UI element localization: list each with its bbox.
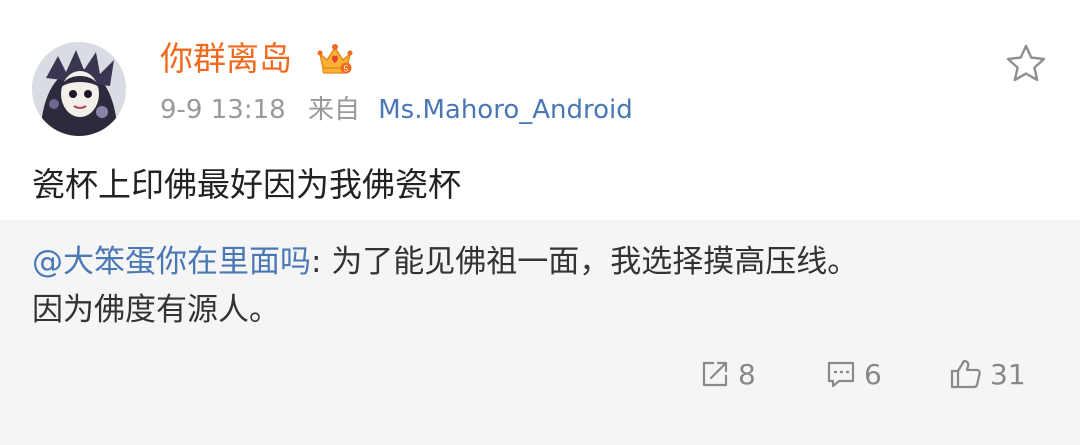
like-button[interactable]: 31 <box>948 352 1026 396</box>
post-timestamp: 9-9 13:18 <box>160 95 286 125</box>
share-count: 8 <box>738 357 756 391</box>
repost-separator: : <box>311 244 332 280</box>
repost-author-link[interactable]: @大笨蛋你在里面吗 <box>32 244 311 280</box>
star-icon[interactable] <box>1004 42 1048 86</box>
action-bar: 8 6 31 <box>0 352 1080 396</box>
comment-count: 6 <box>864 357 882 391</box>
share-icon <box>702 361 728 387</box>
thumbs-up-icon <box>950 359 981 389</box>
post-text: 瓷杯上印佛最好因为我佛瓷杯 <box>32 165 461 204</box>
repost-content: @大笨蛋你在里面吗: 为了能见佛祖一面，我选择摸高压线。 因为佛度有源人。 <box>32 238 1042 334</box>
username[interactable]: 你群离岛 <box>160 36 292 82</box>
like-count: 31 <box>990 357 1026 391</box>
vip-crown-icon: 5 <box>317 44 353 74</box>
repost-text-line2: 因为佛度有源人。 <box>32 292 280 328</box>
post-card: 你群离岛 5 9-9 13:18 来自 Ms.Mahoro_Android 瓷杯… <box>0 0 1080 220</box>
share-button[interactable]: 8 <box>698 352 756 396</box>
comment-icon <box>827 361 855 388</box>
avatar[interactable] <box>32 42 126 136</box>
repost-text-line1: 为了能见佛祖一面，我选择摸高压线。 <box>331 244 859 280</box>
svg-text:5: 5 <box>344 65 349 74</box>
comment-button[interactable]: 6 <box>824 352 882 396</box>
avatar-image <box>32 42 126 136</box>
from-label: 来自 <box>307 95 360 125</box>
source-link[interactable]: Ms.Mahoro_Android <box>378 95 633 125</box>
repost-card[interactable]: @大笨蛋你在里面吗: 为了能见佛祖一面，我选择摸高压线。 因为佛度有源人。 8 … <box>0 220 1080 445</box>
post-meta: 9-9 13:18 来自 Ms.Mahoro_Android <box>160 92 633 128</box>
